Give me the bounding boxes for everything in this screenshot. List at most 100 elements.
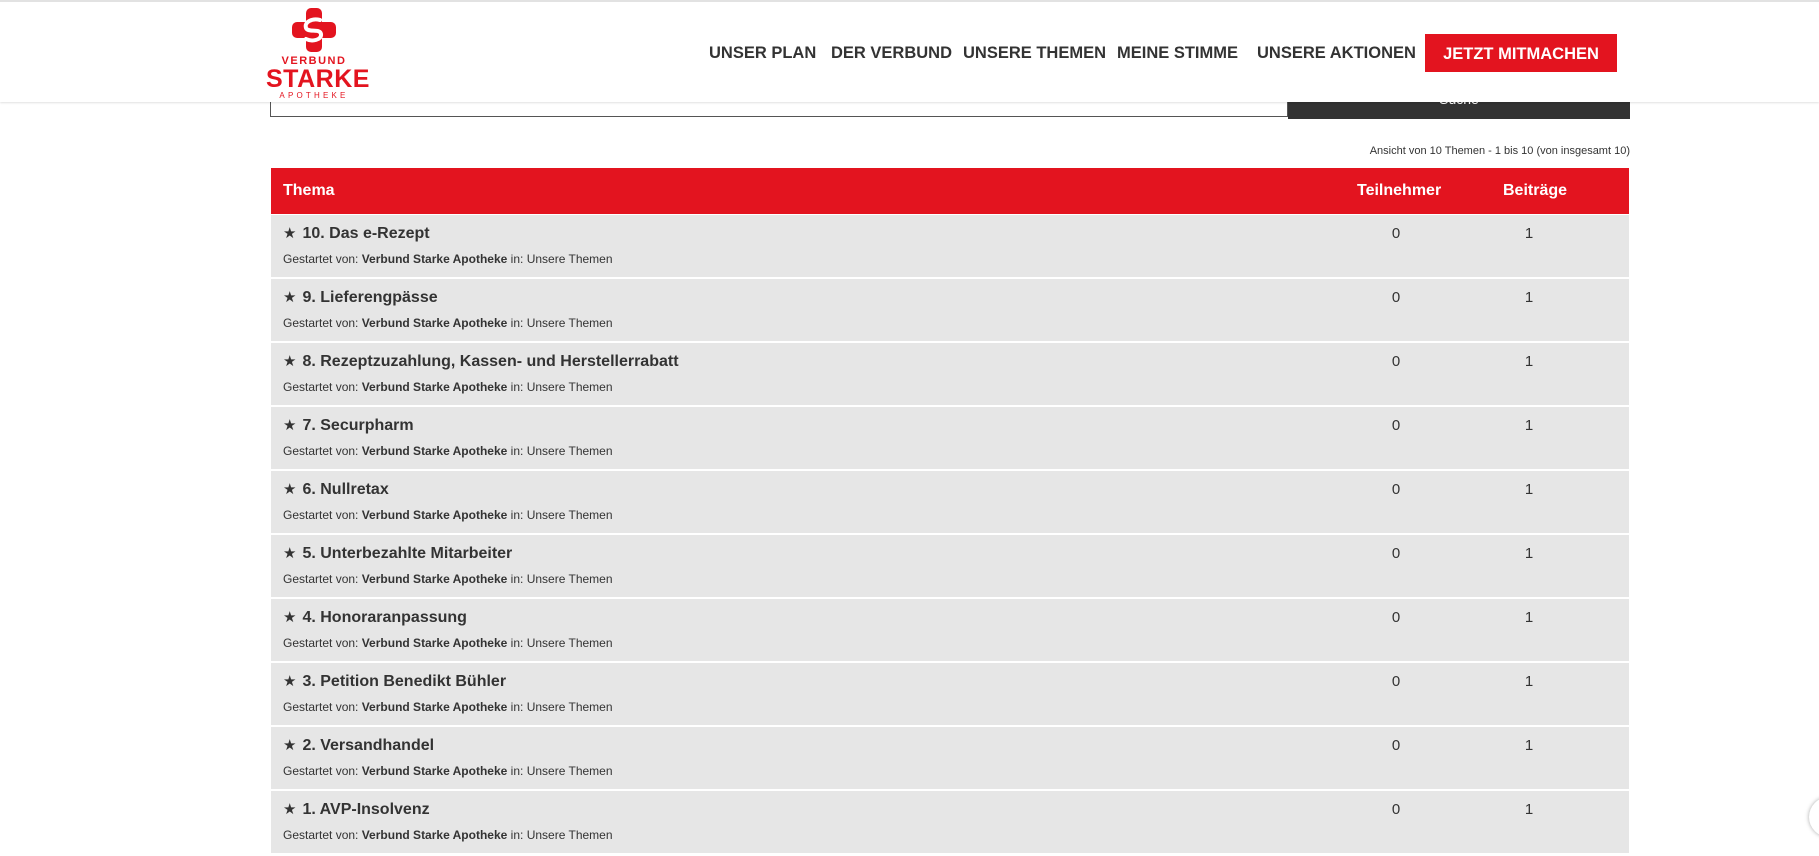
topic-author[interactable]: Verbund Starke Apotheke [362, 252, 508, 266]
table-row: ★ 8. Rezeptzuzahlung, Kassen- und Herstel… [271, 342, 1629, 406]
topic-author[interactable]: Verbund Starke Apotheke [362, 572, 508, 586]
site-header: VERBUND STARKE APOTHEKE UNSER PLAN DER V… [0, 0, 1819, 102]
nav-item-unsere-themen[interactable]: UNSERE THEMEN [963, 34, 1106, 72]
star-icon: ★ [283, 417, 297, 434]
topic-forum-link[interactable]: Unsere Themen [527, 700, 613, 714]
nav-item-meine-stimme[interactable]: MEINE STIMME [1117, 34, 1238, 72]
topic-author[interactable]: Verbund Starke Apotheke [362, 764, 508, 778]
topic-meta: Gestartet von: Verbund Starke Apotheke i… [283, 636, 613, 650]
topic-link[interactable]: ★ 5. Unterbezahlte Mitarbeiter [283, 544, 512, 564]
topic-forum-link[interactable]: Unsere Themen [527, 828, 613, 842]
started-by-label: Gestartet von: [283, 380, 359, 394]
topic-title: 2. Versandhandel [302, 737, 435, 754]
topic-title: 4. Honoraranpassung [302, 609, 467, 626]
topic-forum-link[interactable]: Unsere Themen [527, 636, 613, 650]
table-header: Thema Teilnehmer Beiträge [271, 168, 1629, 214]
topic-forum-link[interactable]: Unsere Themen [527, 508, 613, 522]
participants-count: 0 [1391, 353, 1401, 370]
posts-count: 1 [1524, 545, 1534, 562]
in-label: in: [510, 508, 524, 522]
participants-count: 0 [1391, 545, 1401, 562]
topic-meta: Gestartet von: Verbund Starke Apotheke i… [283, 828, 613, 842]
table-row: ★ 2. Versandhandel Gestartet von: Verbund … [271, 726, 1629, 790]
started-by-label: Gestartet von: [283, 700, 359, 714]
posts-count: 1 [1524, 353, 1534, 370]
topic-title: 9. Lieferengpässe [302, 289, 438, 306]
topic-author[interactable]: Verbund Starke Apotheke [362, 828, 508, 842]
topic-meta: Gestartet von: Verbund Starke Apotheke i… [283, 380, 613, 394]
posts-count: 1 [1524, 417, 1534, 434]
star-icon: ★ [283, 225, 297, 242]
cross-logo-icon [292, 8, 336, 52]
topic-forum-link[interactable]: Unsere Themen [527, 380, 613, 394]
topic-link[interactable]: ★ 8. Rezeptzuzahlung, Kassen- und Herstel… [283, 352, 679, 372]
column-header-participants: Teilnehmer [1357, 182, 1442, 199]
topic-link[interactable]: ★ 10. Das e-Rezept [283, 224, 430, 244]
topic-meta: Gestartet von: Verbund Starke Apotheke i… [283, 572, 613, 586]
topic-link[interactable]: ★ 9. Lieferengpässe [283, 288, 438, 308]
started-by-label: Gestartet von: [283, 252, 359, 266]
table-row: ★ 1. AVP-Insolvenz Gestartet von: Verbund … [271, 790, 1629, 854]
posts-count: 1 [1524, 225, 1534, 242]
table-row: ★ 4. Honoraranpassung Gestartet von: Verbu… [271, 598, 1629, 662]
participants-count: 0 [1391, 801, 1401, 818]
star-icon: ★ [283, 481, 297, 498]
nav-item-unsere-aktionen[interactable]: UNSERE AKTIONEN [1257, 34, 1416, 72]
participants-count: 0 [1391, 481, 1401, 498]
star-icon: ★ [283, 289, 297, 306]
site-logo[interactable]: VERBUND STARKE APOTHEKE [266, 6, 369, 100]
participants-count: 0 [1391, 225, 1401, 242]
floating-action-button[interactable] [1809, 797, 1819, 837]
topic-link[interactable]: ★ 7. Securpharm [283, 416, 414, 436]
topic-author[interactable]: Verbund Starke Apotheke [362, 508, 508, 522]
started-by-label: Gestartet von: [283, 508, 359, 522]
table-body: ★ 10. Das e-Rezept Gestartet von: Verbund … [271, 214, 1629, 854]
topic-link[interactable]: ★ 6. Nullretax [283, 480, 389, 500]
topic-author[interactable]: Verbund Starke Apotheke [362, 444, 508, 458]
table-row: ★ 9. Lieferengpässe Gestartet von: Verbund… [271, 278, 1629, 342]
participants-count: 0 [1391, 737, 1401, 754]
logo-text-apotheke: APOTHEKE [279, 91, 349, 100]
topic-link[interactable]: ★ 3. Petition Benedikt Bühler [283, 672, 506, 692]
topic-author[interactable]: Verbund Starke Apotheke [362, 700, 508, 714]
star-icon: ★ [283, 353, 297, 370]
posts-count: 1 [1524, 737, 1534, 754]
topic-forum-link[interactable]: Unsere Themen [527, 252, 613, 266]
star-icon: ★ [283, 609, 297, 626]
star-icon: ★ [283, 545, 297, 562]
in-label: in: [510, 828, 524, 842]
posts-count: 1 [1524, 481, 1534, 498]
started-by-label: Gestartet von: [283, 764, 359, 778]
topic-meta: Gestartet von: Verbund Starke Apotheke i… [283, 508, 613, 522]
topic-link[interactable]: ★ 4. Honoraranpassung [283, 608, 467, 628]
topic-title: 8. Rezeptzuzahlung, Kassen- und Herstell… [302, 353, 679, 370]
in-label: in: [510, 572, 524, 586]
page: Suche VERBUND STARKE APOTHEKE UNSER PLAN… [0, 0, 1819, 856]
topic-author[interactable]: Verbund Starke Apotheke [362, 636, 508, 650]
topic-link[interactable]: ★ 1. AVP-Insolvenz [283, 800, 430, 820]
topic-author[interactable]: Verbund Starke Apotheke [362, 316, 508, 330]
in-label: in: [510, 700, 524, 714]
topic-meta: Gestartet von: Verbund Starke Apotheke i… [283, 252, 613, 266]
star-icon: ★ [283, 737, 297, 754]
topic-title: 6. Nullretax [302, 481, 389, 498]
topic-link[interactable]: ★ 2. Versandhandel [283, 736, 434, 756]
table-row: ★ 3. Petition Benedikt Bühler Gestartet vo… [271, 662, 1629, 726]
nav-item-der-verbund[interactable]: DER VERBUND [831, 34, 952, 72]
table-row: ★ 10. Das e-Rezept Gestartet von: Verbund … [271, 214, 1629, 278]
nav-item-unser-plan[interactable]: UNSER PLAN [709, 34, 816, 72]
topic-meta: Gestartet von: Verbund Starke Apotheke i… [283, 444, 613, 458]
in-label: in: [510, 764, 524, 778]
topic-forum-link[interactable]: Unsere Themen [527, 316, 613, 330]
star-icon: ★ [283, 801, 297, 818]
topic-forum-link[interactable]: Unsere Themen [527, 444, 613, 458]
topic-author[interactable]: Verbund Starke Apotheke [362, 380, 508, 394]
topic-forum-link[interactable]: Unsere Themen [527, 572, 613, 586]
started-by-label: Gestartet von: [283, 828, 359, 842]
topic-forum-link[interactable]: Unsere Themen [527, 764, 613, 778]
topic-title: 5. Unterbezahlte Mitarbeiter [302, 545, 513, 562]
in-label: in: [510, 444, 524, 458]
join-now-button[interactable]: JETZT MITMACHEN [1425, 34, 1617, 72]
posts-count: 1 [1524, 673, 1534, 690]
started-by-label: Gestartet von: [283, 636, 359, 650]
